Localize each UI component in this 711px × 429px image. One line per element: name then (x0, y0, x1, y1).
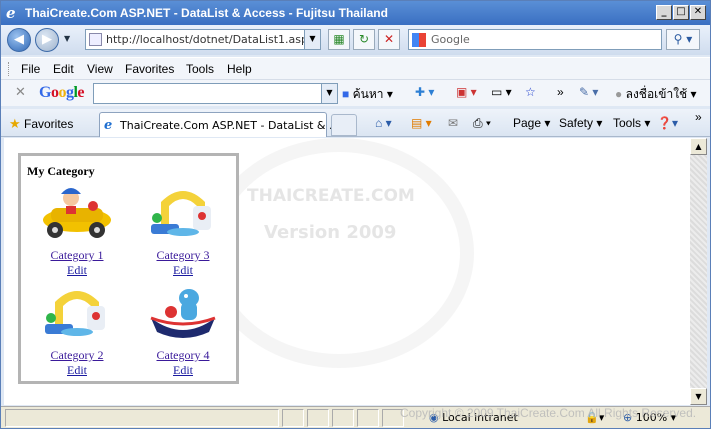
history-dropdown-icon[interactable]: ▼ (64, 34, 70, 43)
category-link[interactable]: Category 3 (133, 248, 233, 263)
safety-menu[interactable]: Safety ▾ (559, 116, 602, 130)
chevron-more-icon[interactable]: » (695, 110, 702, 124)
user-circle-icon: ● (615, 87, 623, 101)
search-go-button[interactable]: ⚲ ▾ (666, 29, 700, 50)
toy-boat-icon (143, 284, 223, 342)
refresh-button[interactable]: ↻ (353, 29, 375, 50)
category-item: Category 4 Edit (133, 284, 233, 378)
category-link[interactable]: Category 4 (133, 348, 233, 363)
new-tab-button[interactable] (331, 114, 357, 136)
menu-edit[interactable]: Edit (53, 62, 74, 76)
category-item: Category 3 Edit (133, 184, 233, 278)
favorites-button[interactable]: ★ Favorites (9, 116, 73, 132)
home-icon[interactable]: ⌂ ▾ (375, 116, 392, 130)
toy-car-icon (37, 184, 117, 242)
toy-playhouse-icon (143, 184, 223, 242)
copyright-watermark: Copyright © 2009 ThaiCreate.Com All Righ… (400, 406, 697, 420)
back-button[interactable]: ◀ (7, 28, 31, 52)
scroll-up-arrow-icon[interactable]: ▲ (690, 138, 707, 155)
highlight-icon[interactable]: ▭ ▾ (491, 85, 512, 99)
toy-playhouse-icon (37, 284, 117, 342)
search-box[interactable]: Google (408, 29, 662, 50)
address-bar[interactable]: http://localhost/dotnet/DataList1.aspx ▼ (85, 29, 321, 50)
category-item: Category 2 Edit (27, 284, 127, 378)
tab-active[interactable]: e ThaiCreate.Com ASP.NET - DataList & ..… (99, 112, 340, 137)
ie-logo-icon: e (6, 4, 16, 22)
browser-window: e ThaiCreate.Com ASP.NET - DataList & Ac… (0, 0, 711, 429)
tab-ie-icon: e (104, 118, 113, 133)
tab-title: ThaiCreate.Com ASP.NET - DataList & ... (120, 119, 340, 132)
tab-row: ★ Favorites e ThaiCreate.Com ASP.NET - D… (1, 109, 710, 137)
maximize-button[interactable]: □ (673, 5, 689, 20)
status-panel (282, 409, 304, 427)
close-button[interactable]: ✕ (690, 5, 706, 20)
plus-icon[interactable]: ✚ ▾ (415, 85, 434, 99)
print-icon[interactable]: ⎙ ▾ (473, 116, 491, 131)
google-g-icon: ■ (342, 87, 350, 101)
status-panel (5, 409, 279, 427)
watermark-seal (204, 138, 474, 368)
page-content: THAICREATE.COM Version 2009 My Category … (4, 138, 690, 405)
category-link[interactable]: Category 2 (27, 348, 127, 363)
edit-link[interactable]: Edit (133, 263, 233, 278)
favorites-star-icon: ★ (9, 116, 21, 131)
wrench-icon[interactable]: ✎ ▾ (579, 85, 598, 99)
tools-menu[interactable]: Tools ▾ (613, 116, 650, 130)
google-dropdown-icon[interactable]: ▼ (321, 84, 337, 103)
help-icon[interactable]: ❓▾ (657, 116, 678, 130)
edit-link[interactable]: Edit (133, 363, 233, 378)
compatibility-view-button[interactable]: ▦ (328, 29, 350, 50)
rss-feed-icon[interactable]: ▤ ▾ (411, 116, 432, 130)
mail-icon[interactable]: ✉ (448, 116, 458, 130)
chevron-more-icon[interactable]: » (557, 85, 564, 99)
status-panel (332, 409, 354, 427)
category-datalist: My Category Category 1 Edit Category 3 E… (18, 153, 239, 384)
datalist-heading: My Category (27, 164, 95, 178)
signin-button[interactable]: ● ลงชื่อเข้าใช้ ▾ (615, 85, 697, 104)
watermark-version: Version 2009 (264, 222, 397, 243)
watermark-text: THAICREATE.COM (247, 186, 415, 206)
menu-help[interactable]: Help (227, 62, 252, 76)
google-toolbar: ✕ Google ▼ ■ ค้นหา ▾ ✚ ▾ ▣ ▾ ▭ ▾ ☆ » ✎ ▾… (1, 79, 710, 106)
scroll-down-arrow-icon[interactable]: ▼ (690, 388, 707, 405)
menu-view[interactable]: View (87, 62, 113, 76)
search-input[interactable]: Google (431, 33, 470, 46)
address-dropdown-icon[interactable]: ▼ (304, 30, 320, 49)
window-title: ThaiCreate.Com ASP.NET - DataList & Acce… (25, 6, 388, 20)
category-item: Category 1 Edit (27, 184, 127, 278)
menu-favorites[interactable]: Favorites (125, 62, 174, 76)
close-toolbar-icon[interactable]: ✕ (15, 85, 26, 100)
edit-link[interactable]: Edit (27, 263, 127, 278)
edit-link[interactable]: Edit (27, 363, 127, 378)
menu-bar: File Edit View Favorites Tools Help (1, 57, 710, 79)
title-bar: e ThaiCreate.Com ASP.NET - DataList & Ac… (1, 1, 710, 25)
status-panel (307, 409, 329, 427)
menu-file[interactable]: File (21, 62, 40, 76)
grip-handle (8, 62, 11, 76)
google-logo: Google (39, 84, 85, 101)
google-search-button[interactable]: ■ ค้นหา ▾ (342, 85, 393, 104)
page-menu[interactable]: Page ▾ (513, 116, 550, 130)
forward-button[interactable]: ▶ (35, 28, 59, 52)
navigation-bar: ◀ ▶ ▼ http://localhost/dotnet/DataList1.… (1, 25, 710, 55)
status-panel (357, 409, 379, 427)
vertical-scrollbar[interactable]: ▲ ▼ (690, 138, 707, 405)
popup-blocker-icon[interactable]: ▣ ▾ (456, 85, 477, 99)
minimize-button[interactable]: _ (656, 5, 672, 20)
menu-tools[interactable]: Tools (186, 62, 214, 76)
google-search-field[interactable]: ▼ (93, 83, 338, 104)
bookmark-star-icon[interactable]: ☆ (525, 85, 536, 99)
address-input[interactable]: http://localhost/dotnet/DataList1.aspx (106, 33, 315, 46)
page-icon (89, 33, 102, 46)
stop-button[interactable]: ✕ (378, 29, 400, 50)
google-search-icon (412, 33, 426, 47)
category-link[interactable]: Category 1 (27, 248, 127, 263)
